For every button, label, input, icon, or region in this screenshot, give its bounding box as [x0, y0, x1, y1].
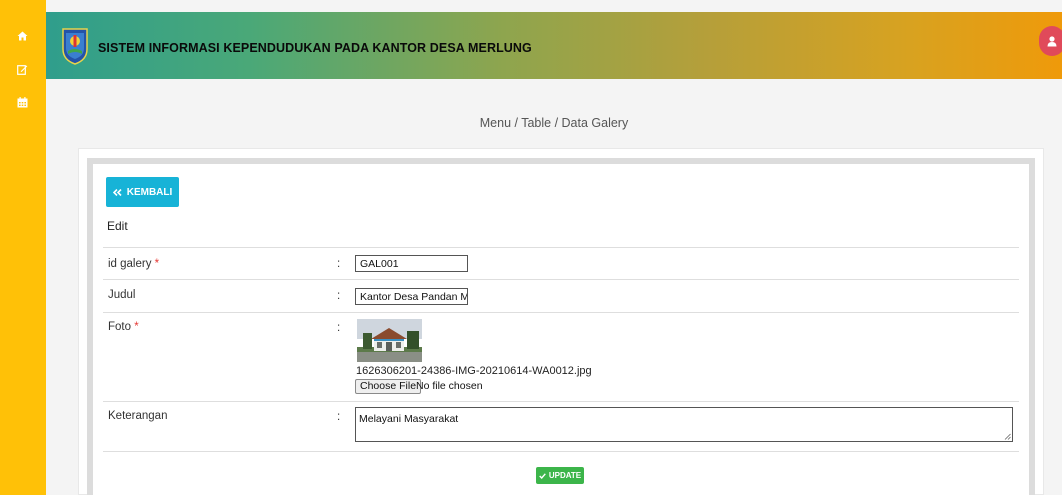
back-button[interactable]: KEMBALI: [106, 177, 179, 207]
current-file-name: 1626306201-24386-IMG-20210614-WA0012.jpg: [356, 365, 592, 377]
calendar-icon[interactable]: [15, 95, 29, 109]
field-separator: :: [337, 322, 341, 334]
field-separator: :: [337, 290, 341, 302]
form-panel: [87, 158, 1035, 495]
foto-preview-image: [357, 319, 422, 362]
keterangan-label: Keterangan: [108, 410, 168, 422]
app-title: SISTEM INFORMASI KEPENDUDUKAN PADA KANTO…: [98, 41, 532, 55]
user-avatar-button[interactable]: [1039, 26, 1062, 56]
double-chevron-left-icon: [112, 188, 122, 196]
judul-label: Judul: [108, 289, 136, 301]
keterangan-value: Melayani Masyarakat: [359, 413, 459, 425]
header-bar: SISTEM INFORMASI KEPENDUDUKAN PADA KANTO…: [46, 12, 1062, 79]
resize-grip-icon[interactable]: [1004, 433, 1011, 440]
update-button[interactable]: UPDATE: [536, 467, 584, 484]
field-separator: :: [337, 258, 341, 270]
row-divider: [103, 451, 1019, 452]
edit-icon[interactable]: [15, 62, 29, 76]
form-heading: Edit: [107, 219, 128, 233]
home-icon[interactable]: [15, 29, 29, 43]
id-galery-label: id galery *: [108, 258, 160, 270]
check-icon: [539, 472, 546, 479]
row-divider: [103, 279, 1019, 280]
keterangan-textarea[interactable]: Melayani Masyarakat: [355, 407, 1013, 442]
row-divider: [103, 312, 1019, 313]
row-divider: [103, 247, 1019, 248]
back-button-label: KEMBALI: [126, 186, 173, 198]
user-icon: [1047, 35, 1057, 46]
choose-file-button[interactable]: Choose File: [355, 379, 422, 394]
breadcrumb: Menu / Table / Data Galery: [479, 116, 629, 130]
regency-crest-logo: [61, 27, 89, 65]
id-galery-input[interactable]: GAL001: [355, 255, 468, 272]
field-separator: :: [337, 411, 341, 423]
foto-label: Foto *: [108, 321, 139, 333]
update-button-label: UPDATE: [548, 471, 582, 480]
sidebar: [0, 0, 46, 495]
file-status-text: No file chosen: [416, 380, 483, 392]
row-divider: [103, 401, 1019, 402]
judul-input[interactable]: Kantor Desa Pandan Makmur: [355, 288, 468, 305]
